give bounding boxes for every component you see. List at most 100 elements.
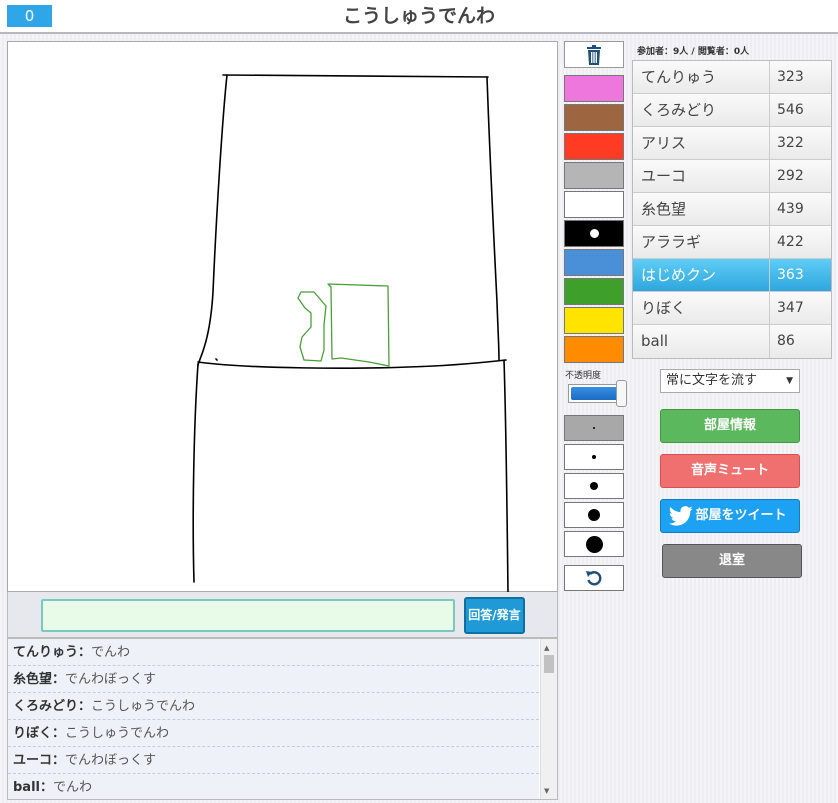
header: 0 こうしゅうでんわ <box>0 0 838 34</box>
player-row: 糸色望 439 <box>633 193 831 226</box>
stroke-right <box>486 76 500 361</box>
trash-icon <box>587 44 601 65</box>
chat-line: 糸色望：でんわぼっくす <box>8 666 539 693</box>
text-mode-select[interactable]: 常に文字を流す ▼ <box>660 369 800 393</box>
chat-author: りぼく <box>13 726 53 741</box>
chat-line: ユーコ：でんわぼっくす <box>8 747 539 774</box>
scroll-thumb[interactable] <box>544 655 554 673</box>
stroke-lower-right <box>503 359 509 593</box>
stroke-lower-left <box>192 363 199 583</box>
brush-size-3-button[interactable] <box>564 473 624 499</box>
player-score: 422 <box>777 234 804 250</box>
stroke-left <box>197 74 228 366</box>
clear-canvas-button[interactable] <box>564 41 624 68</box>
chat-line: りぼく：こうしゅうでんわ <box>8 720 539 747</box>
player-name: くろみどり <box>633 94 770 126</box>
player-row: てんりゅう 323 <box>633 61 831 94</box>
chat-author: てんりゅう <box>13 645 79 660</box>
answer-input[interactable] <box>41 599 455 632</box>
chat-message: こうしゅうでんわ <box>65 726 170 741</box>
tweet-room-button[interactable]: 部屋をツイート <box>660 499 800 533</box>
player-name: りぼく <box>633 292 770 324</box>
drawing-svg[interactable] <box>8 42 559 593</box>
color-swatch[interactable] <box>564 336 624 363</box>
player-row: ユーコ 292 <box>633 160 831 193</box>
chat-author: 糸色望 <box>13 672 53 687</box>
drawing-canvas[interactable] <box>7 41 559 593</box>
phone-box <box>327 283 390 367</box>
stroke-middle <box>197 359 507 369</box>
player-row: はじめクン 363 <box>633 259 831 292</box>
color-swatch[interactable] <box>564 75 624 102</box>
room-info-button[interactable]: 部屋情報 <box>660 409 800 443</box>
player-row: ball 86 <box>633 325 831 358</box>
scroll-down-arrow-icon[interactable]: ▼ <box>544 786 549 796</box>
color-swatch[interactable] <box>564 220 624 247</box>
color-swatch[interactable] <box>564 249 624 276</box>
participant-count: 参加者：9人 / 閲覧者：0人 <box>637 47 750 57</box>
answer-submit-button[interactable]: 回答/発言 <box>464 597 525 634</box>
brush-size-4-button[interactable] <box>564 502 624 528</box>
chat-scrollbar[interactable]: ▲ ▼ <box>540 639 557 799</box>
selected-color-marker <box>589 229 599 238</box>
brush-size-1-button[interactable] <box>564 415 624 441</box>
page-title: こうしゅうでんわ <box>342 5 495 27</box>
chat-message: でんわぼっくす <box>65 672 157 687</box>
mute-audio-button[interactable]: 音声ミュート <box>660 454 800 488</box>
player-name: てんりゅう <box>633 61 770 93</box>
chat-author: ball <box>13 780 40 795</box>
chat-line: くろみどり：こうしゅうでんわ <box>8 693 539 720</box>
brush-dot-icon <box>585 535 603 553</box>
stroke-top <box>222 74 489 78</box>
chat-line: ball：でんわ <box>8 774 539 799</box>
color-swatch[interactable] <box>564 133 624 160</box>
brush-size-2-button[interactable] <box>564 444 624 470</box>
chat-log: てんりゅう：でんわ 糸色望：でんわぼっくす くろみどり：こうしゅうでんわ りぼく… <box>7 638 558 800</box>
answer-bar: 回答/発言 <box>7 592 558 638</box>
chat-author: ユーコ <box>13 753 53 768</box>
score-table: てんりゅう 323 くろみどり 546 アリス 322 ユーコ 292 糸色望 439 アララギ 42… <box>632 60 832 359</box>
chat-message: でんわ <box>53 780 93 795</box>
player-name: はじめクン <box>633 259 770 291</box>
brush-dot-icon <box>592 455 596 459</box>
undo-button[interactable] <box>564 565 624 591</box>
chat-author: くろみどり <box>13 699 79 714</box>
chat-message: でんわぼっくす <box>65 753 157 768</box>
player-score: 292 <box>777 168 804 184</box>
player-name: ユーコ <box>633 160 770 192</box>
player-row: アララギ 422 <box>633 226 831 259</box>
color-swatch[interactable] <box>564 104 624 131</box>
twitter-bird-icon <box>669 506 693 526</box>
chat-line: てんりゅう：でんわ <box>8 639 539 666</box>
scroll-up-arrow-icon[interactable]: ▲ <box>544 643 549 653</box>
chat-message: でんわ <box>91 645 131 660</box>
color-swatch[interactable] <box>564 162 624 189</box>
exit-room-button[interactable]: 退室 <box>662 544 802 578</box>
opacity-slider-knob[interactable] <box>616 380 627 407</box>
player-score: 86 <box>777 333 795 349</box>
player-score: 363 <box>777 267 804 283</box>
undo-icon <box>586 571 602 586</box>
player-score: 322 <box>777 135 804 151</box>
player-score: 323 <box>777 69 804 85</box>
brush-dot-icon <box>590 482 598 490</box>
opacity-label: 不透明度 <box>565 371 602 381</box>
player-name: 糸色望 <box>633 193 770 225</box>
player-score: 347 <box>777 300 804 316</box>
player-score: 546 <box>777 102 804 118</box>
color-swatch[interactable] <box>564 307 624 334</box>
player-name: アララギ <box>633 226 770 258</box>
phone-handset <box>297 291 327 362</box>
player-row: りぼく 347 <box>633 292 831 325</box>
chevron-down-icon: ▼ <box>786 376 793 386</box>
stroke-dot <box>215 358 218 361</box>
player-name: ball <box>633 325 770 358</box>
brush-dot-icon <box>588 509 600 521</box>
brush-size-5-button[interactable] <box>564 531 624 557</box>
player-row: くろみどり 546 <box>633 94 831 127</box>
player-score: 439 <box>777 201 804 217</box>
player-name: アリス <box>633 127 770 159</box>
player-row: アリス 322 <box>633 127 831 160</box>
color-swatch[interactable] <box>564 278 624 305</box>
color-swatch[interactable] <box>564 191 624 218</box>
